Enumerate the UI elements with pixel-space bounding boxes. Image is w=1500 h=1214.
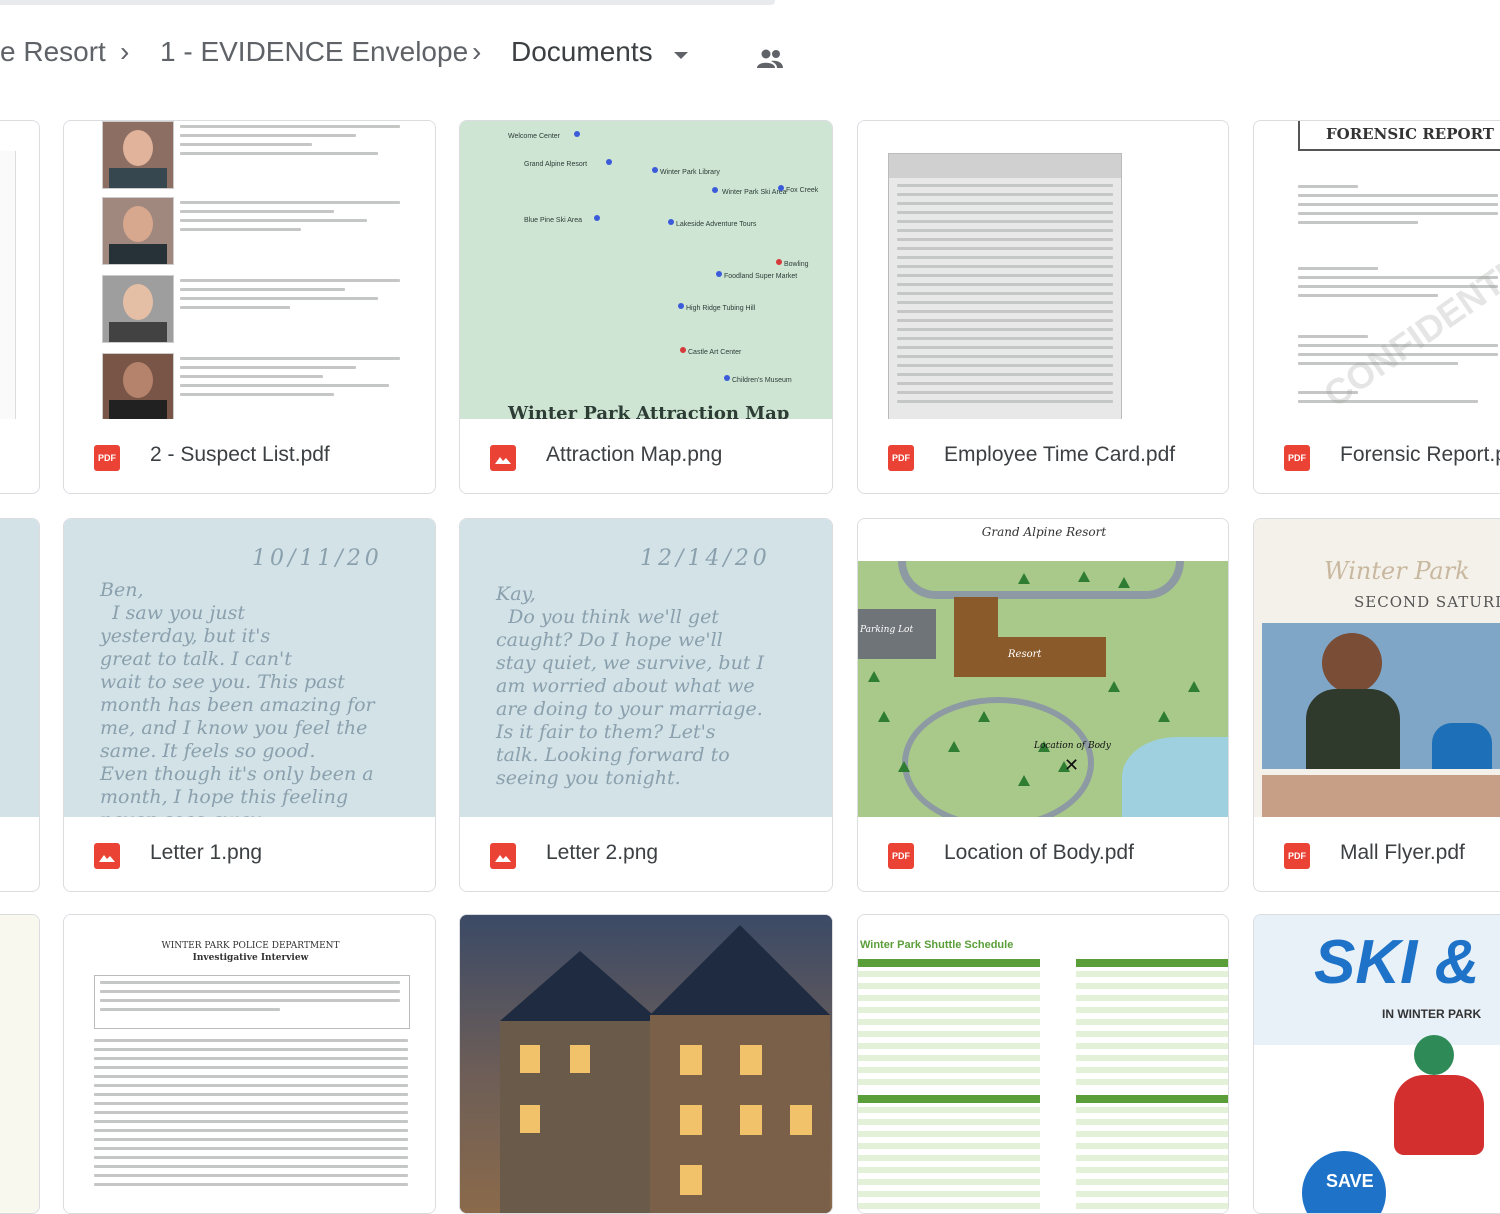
file-thumbnail: Winter Park SECOND SATURDAY (1254, 519, 1500, 817)
file-thumbnail: SKI & TU IN WINTER PARK SAVE (1254, 915, 1500, 1213)
flyer-script: Winter Park (1324, 557, 1470, 585)
location-title: Grand Alpine Resort (981, 525, 1107, 539)
file-name: 2 - Suspect List.pdf (150, 443, 330, 466)
forensic-title: FORENSIC REPORT (1326, 125, 1494, 143)
file-thumbnail (64, 121, 435, 419)
file-card-mall-flyer[interactable]: Winter Park SECOND SATURDAY PDF Mall Fly… (1253, 518, 1500, 892)
shuttle-title: Winter Park Shuttle Schedule (860, 939, 1014, 951)
file-card-letter-2[interactable]: 12/14/20 Kay, Do you think we'll get cau… (459, 518, 833, 892)
image-icon (490, 445, 516, 471)
file-thumbnail: WINTER PARK POLICE DEPARTMENT Investigat… (64, 915, 435, 1213)
file-card-attraction-map[interactable]: Welcome Center Grand Alpine Resort Winte… (459, 120, 833, 494)
file-thumbnail (460, 915, 832, 1213)
file-name: Location of Body.pdf (944, 841, 1134, 864)
file-card-employee-time-card[interactable]: PDF Employee Time Card.pdf (857, 120, 1229, 494)
file-card-suspect-list[interactable]: PDF 2 - Suspect List.pdf (63, 120, 436, 494)
pdf-icon: PDF (888, 445, 914, 471)
file-thumbnail: Grand Alpine Resort Parking Lot Resort L… (858, 519, 1228, 817)
file-thumbnail (858, 121, 1228, 419)
file-card-location-of-body[interactable]: Grand Alpine Resort Parking Lot Resort L… (857, 518, 1229, 892)
letter-date: 10/11/20 (252, 546, 383, 571)
parking-label: Parking Lot (860, 625, 914, 635)
ski-badge: SAVE (1326, 1171, 1374, 1191)
file-thumbnail: 12/14/20 Kay, Do you think we'll get cau… (460, 519, 832, 817)
interview-header: WINTER PARK POLICE DEPARTMENT (161, 941, 340, 951)
file-thumbnail: Welcome Center Grand Alpine Resort Winte… (460, 121, 832, 419)
file-name: Attraction Map.png (546, 443, 723, 466)
letter-body: Kay, Do you think we'll get caught? Do I… (496, 583, 764, 789)
shared-people-icon[interactable] (756, 48, 784, 70)
breadcrumb-item-evidence-envelope[interactable]: 1 - EVIDENCE Envelope (160, 36, 468, 68)
letter-body: Ben, I saw you just yesterday, but it's … (100, 579, 375, 817)
image-icon (490, 843, 516, 869)
file-card-ski-flyer[interactable]: SKI & TU IN WINTER PARK SAVE (1253, 914, 1500, 1214)
interview-subtitle: Investigative Interview (192, 953, 309, 963)
breadcrumb-item-resort[interactable]: e Resort (0, 36, 106, 68)
image-icon (94, 843, 120, 869)
file-card-partial[interactable] (0, 518, 40, 892)
chevron-down-icon[interactable] (674, 52, 688, 59)
pdf-icon: PDF (888, 843, 914, 869)
ski-title: SKI & TU (1314, 928, 1500, 997)
pdf-icon: PDF (94, 445, 120, 471)
chevron-right-icon: › (120, 36, 130, 67)
resort-label: Resort (1008, 649, 1042, 660)
file-card-investigative-interview[interactable]: WINTER PARK POLICE DEPARTMENT Investigat… (63, 914, 436, 1214)
file-card-partial[interactable] (0, 120, 40, 494)
breadcrumb-item-documents[interactable]: Documents (511, 36, 653, 68)
file-name: Letter 2.png (546, 841, 659, 864)
file-thumbnail: 10/11/20 Ben, I saw you just yesterday, … (64, 519, 435, 817)
file-card-partial[interactable] (0, 914, 40, 1214)
file-grid: PDF 2 - Suspect List.pdf Welcome Center … (0, 94, 1500, 1214)
file-thumbnail: Winter Park Shuttle Schedule (858, 915, 1228, 1213)
chevron-right-icon: › (472, 36, 482, 67)
file-card-letter-1[interactable]: 10/11/20 Ben, I saw you just yesterday, … (63, 518, 436, 892)
pdf-icon: PDF (1284, 445, 1310, 471)
pdf-icon: PDF (1284, 843, 1310, 869)
file-thumbnail: FORENSIC REPORT CONFIDENTIAL (1254, 121, 1500, 419)
ski-subtitle: IN WINTER PARK (1382, 1007, 1482, 1021)
body-location-label: Location of Body (1034, 741, 1111, 751)
file-name: Employee Time Card.pdf (944, 443, 1176, 466)
top-progress-strip (0, 0, 1500, 10)
file-name: Mall Flyer.pdf (1340, 841, 1465, 864)
flyer-subtitle: SECOND SATURDAY (1354, 593, 1500, 611)
file-card-forensic-report[interactable]: FORENSIC REPORT CONFIDENTIAL PDF Forensi… (1253, 120, 1500, 494)
x-mark-icon: ✕ (1064, 755, 1080, 775)
file-card-hotel-photo[interactable] (459, 914, 833, 1214)
file-name: Forensic Report.p (1340, 443, 1500, 466)
breadcrumb: e Resort › 1 - EVIDENCE Envelope › Docum… (0, 14, 1500, 95)
file-name: Letter 1.png (150, 841, 263, 864)
letter-date: 12/14/20 (640, 546, 771, 571)
map-title: Winter Park Attraction Map (508, 403, 790, 419)
file-card-shuttle-schedule[interactable]: Winter Park Shuttle Schedule (857, 914, 1229, 1214)
progress-bar (0, 0, 775, 5)
watermark: CONFIDENTIAL (1316, 227, 1500, 416)
